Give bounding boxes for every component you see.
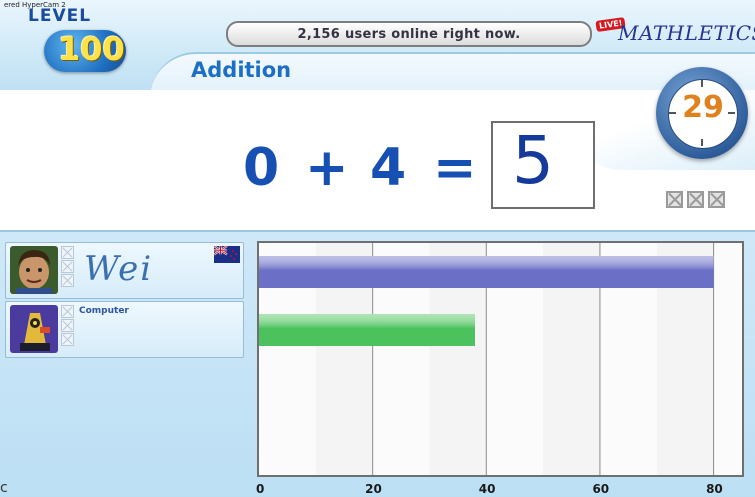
chart-bar-shine: [259, 256, 714, 288]
chart-bar-shine: [259, 314, 475, 346]
chart-x-tick-label: 60: [592, 482, 610, 496]
chart-x-tick-label: 40: [478, 482, 496, 496]
player-card-wei: Wei: [5, 242, 244, 299]
player-name-wei: Wei: [84, 249, 154, 289]
brand-name: MATHLETICS: [618, 21, 755, 45]
mini-x-icon: [61, 274, 74, 287]
player-strike-column: [61, 246, 75, 287]
chart-x-tick-label: 80: [706, 482, 723, 496]
brand-logo: LIVE! MATHLETICS: [595, 17, 755, 47]
mini-x-icon: [61, 333, 74, 346]
chart-band: [713, 243, 755, 475]
computer-avatar: [10, 305, 58, 353]
question-equals: =: [433, 138, 477, 198]
answer-handwritten: 5: [512, 122, 554, 199]
chart-x-tick-label: 20: [365, 482, 382, 496]
mini-x-icon: [61, 305, 74, 318]
timer-tick: [701, 80, 703, 87]
mini-x-icon: [61, 246, 74, 259]
level-label: LEVEL: [28, 6, 92, 26]
strike-x-icon: [666, 191, 683, 208]
stray-character: c: [0, 480, 8, 496]
timer-tick: [701, 139, 703, 146]
topic-title: Addition: [191, 58, 292, 82]
new-zealand-flag-icon: [214, 246, 240, 263]
chart-x-tick-label: 0: [256, 482, 265, 496]
level-number: 100: [58, 30, 125, 68]
player-name-computer: Computer: [79, 306, 129, 316]
online-users-banner: 2,156 users online right now.: [226, 21, 592, 47]
timer-seconds: 29: [682, 90, 724, 125]
player-card-computer: Computer: [5, 301, 244, 358]
question-operator: +: [305, 138, 349, 198]
strike-x-icon: [687, 191, 704, 208]
race-progress-chart: [257, 241, 755, 477]
online-users-text: 2,156 users online right now.: [297, 26, 521, 42]
race-chart-svg: [259, 243, 755, 475]
question-operand-right: 4: [370, 138, 407, 198]
player-avatar: [10, 246, 58, 294]
mathletics-game-screen: ered HyperCam 2 LEVEL 100 2,156 users on…: [0, 0, 755, 497]
strike-x-icon: [708, 191, 725, 208]
strike-indicators: [666, 191, 725, 208]
question-operand-left: 0: [243, 138, 280, 198]
mini-x-icon: [61, 319, 74, 332]
computer-strike-column: [61, 305, 75, 346]
mini-x-icon: [61, 260, 74, 273]
